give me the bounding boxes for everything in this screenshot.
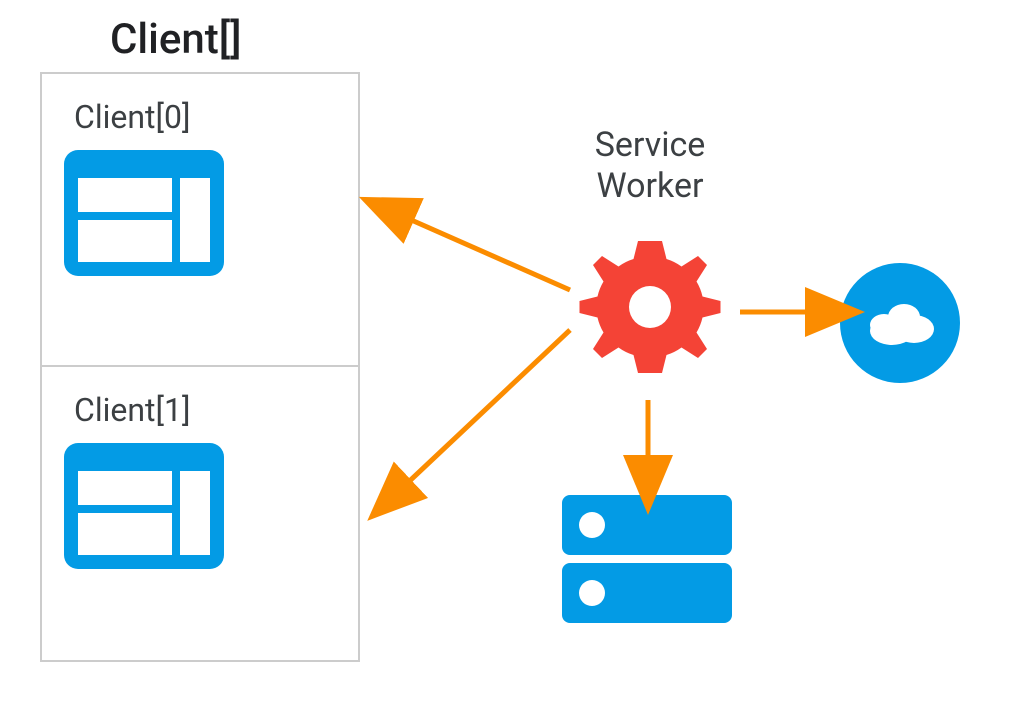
cloud-icon bbox=[840, 263, 960, 383]
client-box-1: Client[1] bbox=[40, 367, 360, 662]
diagram-title: Client[] bbox=[110, 15, 242, 64]
client-0-label: Client[0] bbox=[74, 98, 336, 136]
service-worker-label: Service Worker bbox=[550, 125, 750, 207]
browser-window-icon bbox=[64, 150, 224, 276]
client-1-label: Client[1] bbox=[74, 391, 336, 429]
arrow-sw-to-client0 bbox=[400, 215, 570, 290]
arrow-sw-to-client1 bbox=[400, 330, 570, 490]
server-icon bbox=[562, 495, 732, 623]
gear-icon bbox=[575, 232, 725, 382]
service-worker-label-line1: Service bbox=[595, 125, 706, 165]
client-box-0: Client[0] bbox=[40, 72, 360, 367]
browser-window-icon bbox=[64, 443, 224, 569]
service-worker-label-line2: Worker bbox=[596, 166, 703, 206]
clients-container: Client[0] Client[1] bbox=[40, 72, 360, 662]
